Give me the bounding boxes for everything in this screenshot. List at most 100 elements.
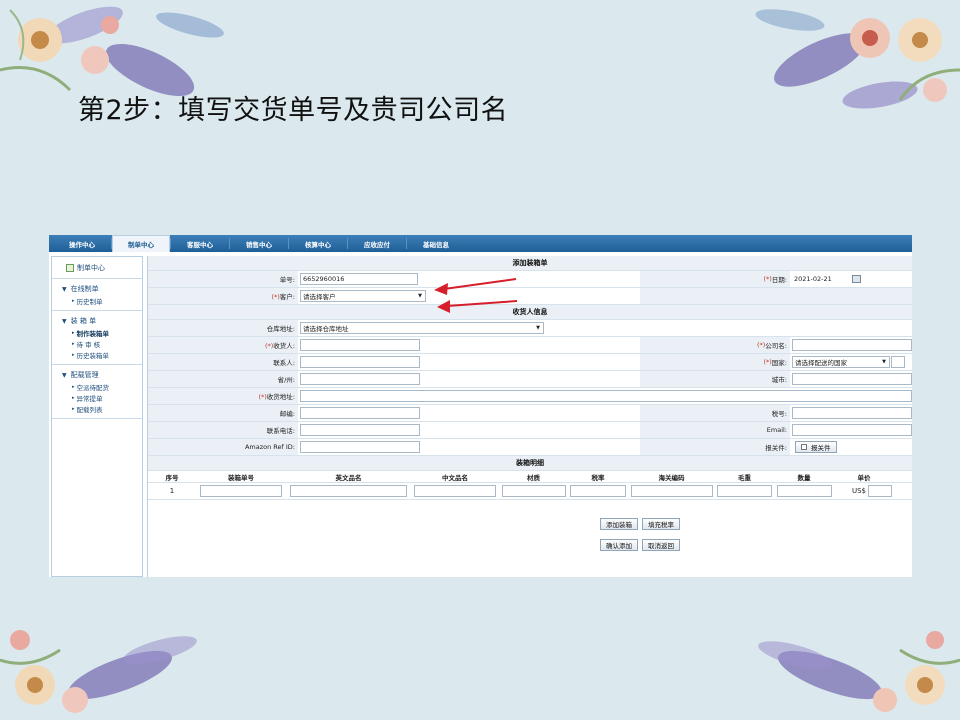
tab-operations[interactable]: 操作中心 [53,235,111,252]
sidebar-group-packing: ▼ 装 箱 单 ▸ 制作装箱单 ▸ 待 审 核 ▸ 历史装箱单 [52,311,142,365]
row-state: 省/州: 城市: [148,371,912,388]
order-no-input[interactable]: 6652960016 [300,273,418,285]
customer-label: (*)客户: [271,293,295,301]
fill-tax-button[interactable]: 填充税率 [642,518,680,530]
sidebar-group-title[interactable]: ▼ 配载管理 [52,369,142,381]
sidebar-item-history[interactable]: ▸ 历史制单 [52,295,142,306]
box-no-input[interactable] [200,485,282,497]
sidebar-group-title[interactable]: ▼ 装 箱 单 [52,315,142,327]
company-input[interactable] [792,339,912,351]
slide-title: 第2步：填写交货单号及贵司公司名 [78,95,509,126]
warehouse-label: 仓库地址: [266,325,295,333]
phone-label: 联系电话: [266,427,295,435]
detail-title: 装箱明细 [148,456,912,471]
sidebar-item-air-pending[interactable]: ▸ 空派待配货 [52,381,142,392]
collapse-caret-icon: ▼ [62,285,67,293]
tab-accounting[interactable]: 核算中心 [289,235,347,252]
tax-rate-input[interactable] [570,485,626,497]
bullet-icon: ▸ [72,340,75,347]
unit-price-input[interactable] [868,485,892,497]
row-index: 1 [169,487,175,495]
row-address: (*)收货地址: [148,388,912,405]
detail-actions: 添加装箱 填充税率 [600,518,680,530]
dropdown-arrow-icon: ▼ [882,359,886,365]
tax-label: 税号: [640,405,790,421]
calendar-icon[interactable] [852,275,861,283]
city-input[interactable] [792,373,912,385]
floral-decoration-bottom-right [758,631,960,712]
country-extra-input[interactable] [891,356,905,368]
company-label: (*) 公司名: [640,337,790,353]
phone-input[interactable] [300,424,420,436]
bullet-icon: ▸ [72,394,75,401]
contact-input[interactable] [300,356,420,368]
main-form: 添加装箱单 单号: 6652960016 (*) 日期: 2021-02-21 (… [147,256,912,577]
floral-decoration-top-right [755,9,960,109]
postcode-label: 邮编: [279,410,295,418]
row-contact: 联系人: (*) 国家: 请选择配送的国家 ▼ [148,354,912,371]
tab-sales[interactable]: 销售中心 [230,235,288,252]
cancel-button[interactable]: 取消返回 [642,539,680,551]
sidebar-item-pending-review[interactable]: ▸ 待 审 核 [52,338,142,349]
annotation-arrow-order-no [434,278,517,295]
material-input[interactable] [501,485,566,497]
tab-payables[interactable]: 应收应付 [348,235,406,252]
country-select[interactable]: 请选择配送的国家 ▼ [792,356,890,368]
row-consignee: (*)收货人: (*) 公司名: [148,337,912,354]
warehouse-select[interactable]: 请选择仓库地址 ▼ [300,322,544,334]
customs-label: 报关件: [640,439,790,455]
row-amazon: Amazon Ref ID: 报关件: 报关件 [148,439,912,456]
annotation-arrow-customer [437,300,518,313]
sidebar-item-create-packing[interactable]: ▸ 制作装箱单 [52,327,142,338]
tab-customer-service[interactable]: 客服中心 [171,235,229,252]
bullet-icon: ▸ [72,405,75,412]
english-name-input[interactable] [290,485,407,497]
address-input[interactable] [300,390,912,402]
col-quantity: 数量 [797,473,811,482]
customer-select[interactable]: 请选择客户 ▼ [300,290,426,302]
row-order-date: 单号: 6652960016 (*) 日期: 2021-02-21 [148,271,912,288]
sidebar-item-loading-list[interactable]: ▸ 配载列表 [52,403,142,414]
customs-checkbox[interactable]: 报关件 [795,441,837,453]
dropdown-arrow-icon: ▼ [536,325,540,331]
tab-basic-info[interactable]: 基础信息 [407,235,465,252]
state-label: 省/州: [277,376,295,384]
weight-input[interactable] [717,485,772,497]
date-label: (*) 日期: [640,271,790,287]
hs-code-input[interactable] [630,485,713,497]
contact-label: 联系人: [273,359,295,367]
email-input[interactable] [792,424,912,436]
row-postcode: 邮编: 税号: [148,405,912,422]
collapse-caret-icon: ▼ [62,371,67,379]
col-chinese-name: 中文品名 [442,473,468,482]
document-icon [66,263,74,272]
amazon-ref-input[interactable] [300,441,420,453]
col-weight: 毛重 [738,473,751,482]
state-input[interactable] [300,373,420,385]
amazon-ref-label: Amazon Ref ID: [244,443,295,451]
sidebar-group-online: ▼ 在线制单 ▸ 历史制单 [52,279,142,311]
tax-input[interactable] [792,407,912,419]
sidebar-item-exception[interactable]: ▸ 异常提单 [52,392,142,403]
dropdown-arrow-icon: ▼ [418,293,422,299]
sidebar-header-label: 制单中心 [77,263,105,272]
chinese-name-input[interactable] [414,485,496,497]
tab-documents[interactable]: 制单中心 [112,235,170,252]
date-input[interactable]: 2021-02-21 [792,273,848,285]
row-phone: 联系电话: Email: [148,422,912,439]
confirm-button[interactable]: 确认添加 [600,539,638,551]
quantity-input[interactable] [776,485,832,497]
row-warehouse: 仓库地址: 请选择仓库地址 ▼ [148,320,912,337]
sidebar-item-packing-history[interactable]: ▸ 历史装箱单 [52,349,142,360]
receiver-title: 收货人信息 [148,305,912,320]
consignee-input[interactable] [300,339,420,351]
sidebar-group-title[interactable]: ▼ 在线制单 [52,283,142,295]
col-hs-code: 海关编码 [658,473,685,482]
table-row: 1 US$ [148,483,912,500]
col-material: 材质 [527,473,540,482]
col-english-name: 英文品名 [335,473,362,482]
col-index: 序号 [165,473,179,482]
email-label: Email: [640,422,790,438]
add-box-button[interactable]: 添加装箱 [600,518,638,530]
postcode-input[interactable] [300,407,420,419]
